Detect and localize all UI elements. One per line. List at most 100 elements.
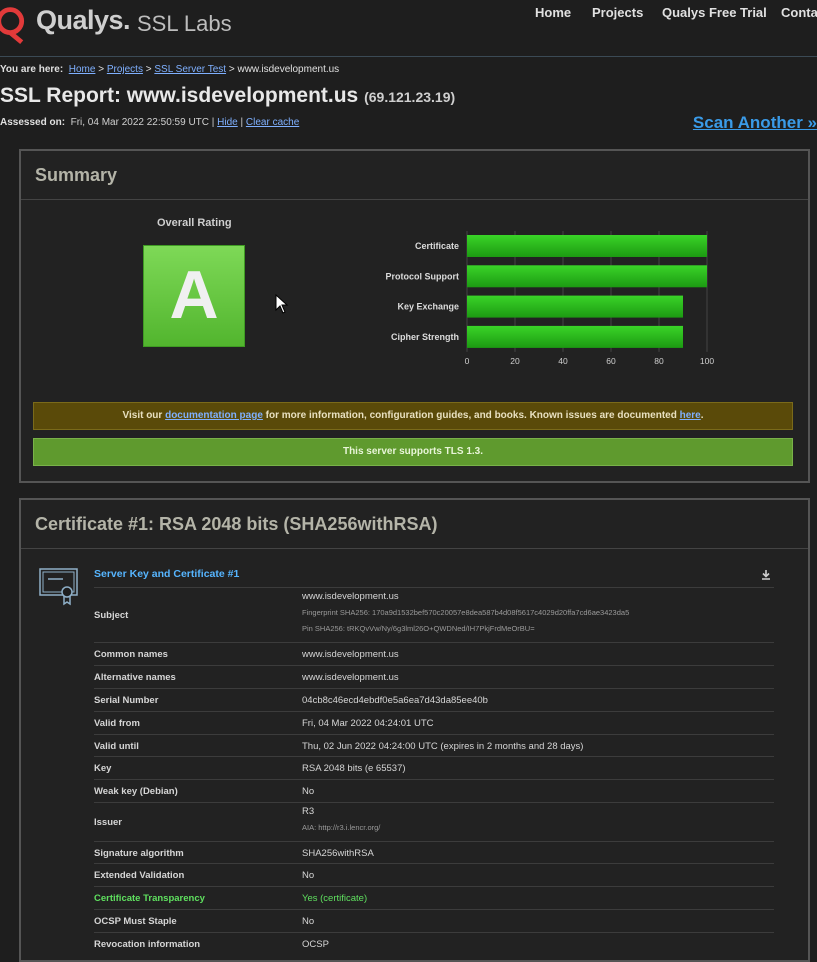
certificate-icon — [39, 568, 78, 606]
cert-row: Signature algorithm SHA256withRSA — [94, 841, 774, 863]
cert-row-key: Serial Number — [94, 695, 159, 706]
brand-name: Qualys. — [36, 5, 131, 35]
chart-tick-label: 40 — [558, 356, 568, 366]
doc-notice-mid: for more information, configuration guid… — [265, 410, 677, 421]
cert-row: Issuer R3 AIA: http://r3.i.lencr.org/ — [94, 802, 774, 841]
breadcrumb-prefix: You are here: — [0, 64, 64, 75]
cert-row: Common names www.isdevelopment.us — [94, 642, 774, 665]
assessed-label: Assessed on: — [0, 117, 66, 128]
cert-row-key: OCSP Must Staple — [94, 916, 177, 927]
site-header: Qualys. SSL Labs Home Projects Qualys Fr… — [0, 0, 817, 57]
chart-bar — [467, 265, 707, 288]
nav-projects[interactable]: Projects — [592, 5, 643, 20]
tls-notice: This server supports TLS 1.3. — [33, 438, 793, 466]
chart-tick-label: 100 — [700, 356, 714, 366]
documentation-notice: Visit our documentation page for more in… — [33, 402, 793, 430]
cert-row-key: Key — [94, 763, 112, 774]
certificate-heading: Certificate #1: RSA 2048 bits (SHA256wit… — [21, 500, 808, 549]
cert-row-value: www.isdevelopment.us — [302, 649, 399, 660]
cert-row: Alternative names www.isdevelopment.us — [94, 665, 774, 688]
clear-cache-link[interactable]: Clear cache — [246, 117, 299, 128]
cert-row: OCSP Must Staple No — [94, 909, 774, 932]
cert-row-key: Valid from — [94, 718, 140, 729]
cert-row-value: 04cb8c46ecd4ebdf0e5a6ea7d43da85ee40b — [302, 695, 488, 706]
nav-contact[interactable]: Contact — [781, 5, 817, 20]
doc-notice-pre: Visit our — [122, 410, 163, 421]
cert-row: Valid until Thu, 02 Jun 2022 04:24:00 UTC… — [94, 734, 774, 756]
cert-row: Valid from Fri, 04 Mar 2022 04:24:01 UTC — [94, 711, 774, 734]
chart-category-label: Key Exchange — [397, 302, 459, 312]
cert-row: Revocation information OCSP — [94, 932, 774, 959]
cert-row: Subject www.isdevelopment.us Fingerprint S… — [94, 587, 774, 642]
cert-row-value: R3 — [302, 806, 315, 817]
breadcrumb-ssl-test-link[interactable]: SSL Server Test — [154, 64, 226, 75]
cert-row-key: Alternative names — [94, 672, 176, 683]
cert-row-key: Issuer — [94, 816, 122, 828]
cert-row: Key RSA 2048 bits (e 65537) — [94, 756, 774, 779]
scan-another-link[interactable]: Scan Another » — [693, 113, 817, 133]
cert-row-value: www.isdevelopment.us — [302, 672, 399, 683]
cert-row-subvalue: Fingerprint SHA256: 170a9d1532bef570c200… — [302, 608, 630, 617]
cert-row-value: No — [302, 916, 315, 927]
chart-tick-label: 20 — [510, 356, 520, 366]
cert-row: Weak key (Debian) No — [94, 779, 774, 802]
summary-panel: Summary Overall Rating A 0 20 40 60 80 100 Cer… — [19, 149, 810, 483]
assessed-date: Fri, 04 Mar 2022 22:50:59 UTC — [70, 117, 209, 128]
chart-bar — [467, 325, 683, 348]
documentation-page-link[interactable]: documentation page — [165, 410, 263, 421]
cert-row-key: Signature algorithm — [94, 848, 184, 859]
hide-link[interactable]: Hide — [217, 117, 238, 128]
cert-row-value: www.isdevelopment.us — [302, 591, 399, 602]
chart-tick-label: 60 — [606, 356, 616, 366]
cert-row-value: Fri, 04 Mar 2022 04:24:01 UTC — [302, 718, 434, 729]
cert-row-key: Common names — [94, 649, 168, 660]
chart-category-label: Certificate — [415, 241, 459, 251]
breadcrumb: You are here: Home > Projects > SSL Serv… — [0, 64, 339, 75]
doc-notice-post: . — [700, 410, 704, 421]
known-issues-link[interactable]: here — [680, 410, 701, 421]
cert-row-value: No — [302, 870, 315, 881]
cert-row-key: Certificate Transparency — [94, 893, 205, 904]
cert-row-key: Valid until — [94, 741, 139, 752]
report-ip: (69.121.23.19) — [364, 89, 456, 105]
mouse-cursor-icon — [275, 294, 289, 314]
cert-row-value: SHA256withRSA — [302, 848, 374, 859]
summary-heading: Summary — [21, 151, 808, 200]
breadcrumb-home-link[interactable]: Home — [69, 64, 96, 75]
chart-category-label: Cipher Strength — [391, 332, 459, 342]
cert-row: Serial Number 04cb8c46ecd4ebdf0e5a6ea7d43… — [94, 688, 774, 711]
breadcrumb-projects-link[interactable]: Projects — [107, 64, 143, 75]
cert-row-value: No — [302, 786, 315, 797]
overall-rating-label: Overall Rating — [157, 217, 232, 229]
nav-free-trial[interactable]: Qualys Free Trial — [662, 5, 767, 20]
cert-row: Certificate Transparency Yes (certificate… — [94, 886, 774, 909]
chart-bar — [467, 295, 683, 318]
chart-tick-label: 0 — [465, 356, 470, 366]
report-title: SSL Report: www.isdevelopment.us — [0, 84, 359, 107]
cert-row-value: Thu, 02 Jun 2022 04:24:00 UTC (expires i… — [302, 741, 584, 752]
breadcrumb-current: www.isdevelopment.us — [237, 64, 340, 75]
cert-row-value: Yes (certificate) — [302, 893, 368, 904]
chart-tick-label: 80 — [654, 356, 664, 366]
cert-row-key: Weak key (Debian) — [94, 786, 178, 797]
rating-bar-chart: 0 20 40 60 80 100 Certificate Protocol Support K… — [386, 231, 714, 366]
cert-row-subvalue: AIA: http://r3.i.lencr.org/ — [302, 823, 381, 832]
qualys-logo-icon[interactable] — [0, 2, 30, 46]
page-title: SSL Report: www.isdevelopment.us (69.121… — [0, 84, 455, 108]
breadcrumb-separator: > — [98, 64, 105, 75]
certificate-details-table: Subject www.isdevelopment.us Fingerprint S… — [94, 587, 774, 959]
certificate-panel: Certificate #1: RSA 2048 bits (SHA256wit… — [19, 498, 810, 962]
breadcrumb-separator: > — [145, 64, 152, 75]
breadcrumb-separator: > — [228, 64, 235, 75]
download-icon[interactable] — [761, 570, 771, 580]
cert-row-key: Subject — [94, 609, 129, 621]
cert-row-value: RSA 2048 bits (e 65537) — [302, 763, 406, 774]
chart-bar — [467, 235, 707, 257]
nav-home[interactable]: Home — [535, 5, 571, 20]
assessed-line: Assessed on: Fri, 04 Mar 2022 22:50:59 U… — [0, 117, 300, 128]
cert-row: Extended Validation No — [94, 863, 774, 886]
grade-badge: A — [143, 245, 245, 347]
cert-row-key: Extended Validation — [94, 870, 185, 881]
chart-category-label: Protocol Support — [386, 271, 460, 281]
server-key-title: Server Key and Certificate #1 — [94, 568, 240, 580]
